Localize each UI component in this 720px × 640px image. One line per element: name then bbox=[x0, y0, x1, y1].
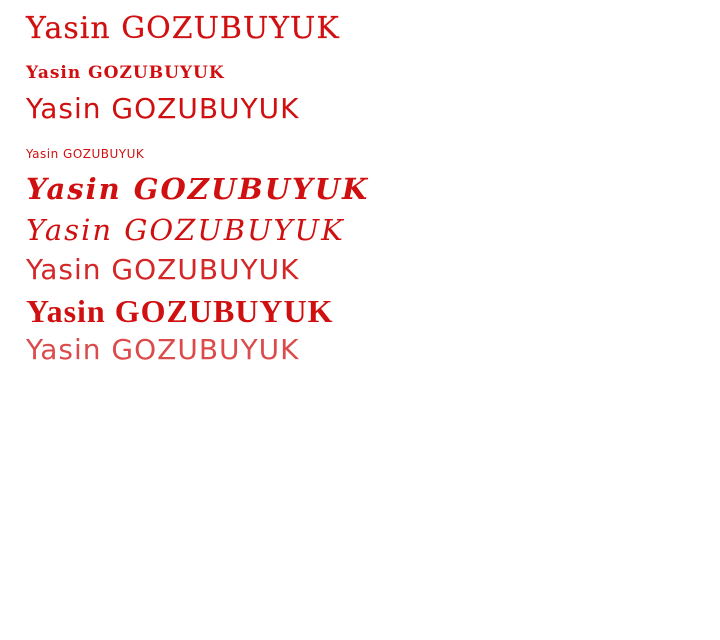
font-sample-4: Yasin GOZUBUYUK bbox=[26, 147, 145, 161]
font-sample-1: Yasin GOZUBUYUK bbox=[26, 11, 340, 46]
drawing-canvas: Yasin GOZUBUYUK Yasin GOZUBUYUK Yasin GO… bbox=[0, 0, 720, 640]
font-sample-3: Yasin GOZUBUYUK bbox=[26, 92, 300, 125]
font-sample-6: Yasin GOZUBUYUK bbox=[26, 213, 345, 247]
font-sample-8: Yasin GOZUBUYUK bbox=[26, 293, 334, 329]
font-sample-5: Yasin GOZUBUYUK bbox=[26, 172, 370, 206]
font-sample-9: Yasin GOZUBUYUK bbox=[26, 333, 300, 366]
font-sample-7: Yasin GOZUBUYUK bbox=[26, 253, 300, 286]
font-sample-2: Yasin GOZUBUYUK bbox=[26, 63, 225, 83]
